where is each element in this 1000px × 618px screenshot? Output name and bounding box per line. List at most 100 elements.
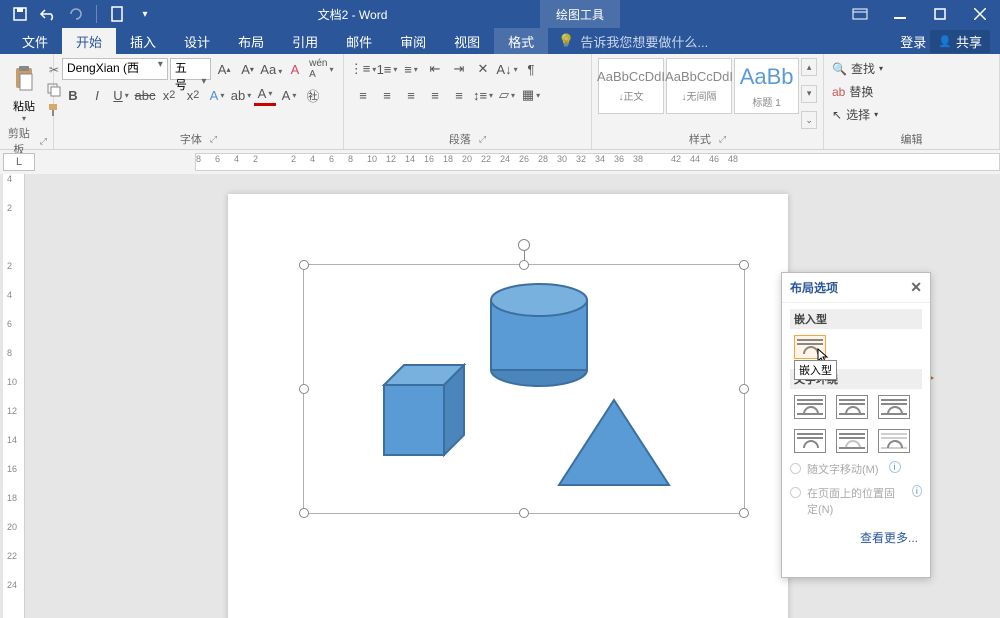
ribbon-options-button[interactable] [840,0,880,28]
new-doc-button[interactable] [105,2,129,26]
tab-selector[interactable]: L [3,153,35,171]
font-name-select[interactable]: DengXian (西 [62,58,168,80]
bold-button[interactable]: B [62,84,84,106]
ribbon: 粘贴 ▾ ✂ 剪贴板⤢ DengXian (西 五号 A▴ A▾ Aa A wé… [0,54,1000,150]
indent-dec-button[interactable]: ⇤ [424,58,446,80]
line-spacing-button[interactable]: ↕≡ [472,84,494,106]
sort-button[interactable]: A↓ [496,58,518,80]
style-no-spacing[interactable]: AaBbCcDdI↓无间隔 [666,58,732,114]
redo-button[interactable] [64,2,88,26]
change-case-button[interactable]: Aa [260,58,282,80]
styles-launcher[interactable]: ⤢ [719,134,726,145]
tab-file[interactable]: 文件 [8,28,62,54]
show-marks-button[interactable]: ¶ [520,58,542,80]
undo-button[interactable] [36,2,60,26]
resize-handle-tm[interactable] [519,260,529,270]
style-normal[interactable]: AaBbCcDdI↓正文 [598,58,664,114]
style-gallery-expand[interactable]: ⌄ [801,111,817,129]
wrap-through-button[interactable] [878,395,910,419]
shape-triangle[interactable] [554,395,674,495]
wrap-topbottom-button[interactable] [794,429,826,453]
style-heading1[interactable]: AaBb标题 1 [734,58,799,114]
resize-handle-bm[interactable] [519,508,529,518]
replace-button[interactable]: ab 替换 [832,81,991,102]
justify-button[interactable]: ≡ [424,84,446,106]
clipboard-launcher[interactable]: ⤢ [40,136,47,147]
numbering-button[interactable]: 1≡ [376,58,398,80]
resize-handle-bl[interactable] [299,508,309,518]
find-button[interactable]: 🔍 查找 ▾ [832,58,991,79]
text-effects-button[interactable]: A [206,84,228,106]
shape-cylinder[interactable] [479,275,599,395]
enclose-button[interactable]: ㊓ [302,84,324,106]
grow-font-button[interactable]: A▴ [213,58,234,80]
horizontal-ruler[interactable]: 8642246810121416182022242628303234363842… [195,153,1000,171]
wrap-tight-button[interactable] [836,395,868,419]
fix-position-radio[interactable]: 在页面上的位置固定(N)i [782,481,930,521]
tab-mail[interactable]: 邮件 [332,28,386,54]
align-center-button[interactable]: ≡ [376,84,398,106]
align-right-button[interactable]: ≡ [400,84,422,106]
rotate-handle[interactable] [518,239,530,251]
login-link[interactable]: 登录 [900,32,926,51]
save-button[interactable] [8,2,32,26]
resize-handle-br[interactable] [739,508,749,518]
borders-button[interactable]: ▦ [520,84,542,106]
underline-button[interactable]: U [110,84,132,106]
wrap-behind-button[interactable] [836,429,868,453]
share-button[interactable]: 👤共享 [930,30,990,53]
multilevel-button[interactable]: ≡ [400,58,422,80]
align-left-button[interactable]: ≡ [352,84,374,106]
shape-cube[interactable] [364,355,474,465]
resize-handle-tr[interactable] [739,260,749,270]
italic-button[interactable]: I [86,84,108,106]
strike-button[interactable]: abc [134,84,156,106]
distributed-button[interactable]: ≡ [448,84,470,106]
resize-handle-tl[interactable] [299,260,309,270]
tab-insert[interactable]: 插入 [116,28,170,54]
paste-button[interactable] [6,58,42,98]
maximize-button[interactable] [920,0,960,28]
tell-me-search[interactable]: 💡告诉我您想要做什么... [548,32,708,51]
resize-handle-ml[interactable] [299,384,309,394]
tab-format[interactable]: 格式 [494,28,548,54]
select-button[interactable]: ↖ 选择 ▾ [832,104,991,125]
indent-inc-button[interactable]: ⇥ [448,58,470,80]
wrap-square-button[interactable] [794,395,826,419]
tab-layout[interactable]: 布局 [224,28,278,54]
font-color-button[interactable]: A [254,84,276,106]
close-button[interactable] [960,0,1000,28]
char-border-button[interactable]: A [278,84,300,106]
shading-button[interactable]: ▱ [496,84,518,106]
style-scroll-up[interactable]: ▴ [801,58,817,76]
style-scroll-down[interactable]: ▾ [801,85,817,103]
tab-design[interactable]: 设计 [170,28,224,54]
font-launcher[interactable]: ⤢ [210,134,217,145]
paragraph-launcher[interactable]: ⤢ [479,134,486,145]
info-icon[interactable]: i [889,461,901,473]
tab-home[interactable]: 开始 [62,28,116,54]
vertical-ruler[interactable]: 4224681012141618202224 [3,174,25,618]
qat-custom-button[interactable]: ▾ [133,2,157,26]
font-size-select[interactable]: 五号 [170,58,212,80]
see-more-link[interactable]: 查看更多... [782,521,930,554]
bullets-button[interactable]: ⋮≡ [352,58,374,80]
move-with-text-radio[interactable]: 随文字移动(M)i [782,457,930,481]
wrap-inline-button[interactable]: 嵌入型 [794,335,826,359]
flyout-close-button[interactable]: ✕ [910,279,922,296]
tab-view[interactable]: 视图 [440,28,494,54]
highlight-button[interactable]: ab [230,84,252,106]
resize-handle-mr[interactable] [739,384,749,394]
clear-format-button[interactable]: A [284,58,305,80]
wrap-front-button[interactable] [878,429,910,453]
tab-references[interactable]: 引用 [278,28,332,54]
paste-label[interactable]: 粘贴 [13,98,35,114]
info-icon[interactable]: i [912,485,922,497]
tab-review[interactable]: 审阅 [386,28,440,54]
ribbon-tabs: 文件 开始 插入 设计 布局 引用 邮件 审阅 视图 格式 💡告诉我您想要做什么… [0,28,1000,54]
phonetic-guide-button[interactable]: wénA [308,58,335,80]
shape-selection-box[interactable] [303,264,745,514]
minimize-button[interactable] [880,0,920,28]
asian-layout-button[interactable]: ✕ [472,58,494,80]
shrink-font-button[interactable]: A▾ [237,58,258,80]
